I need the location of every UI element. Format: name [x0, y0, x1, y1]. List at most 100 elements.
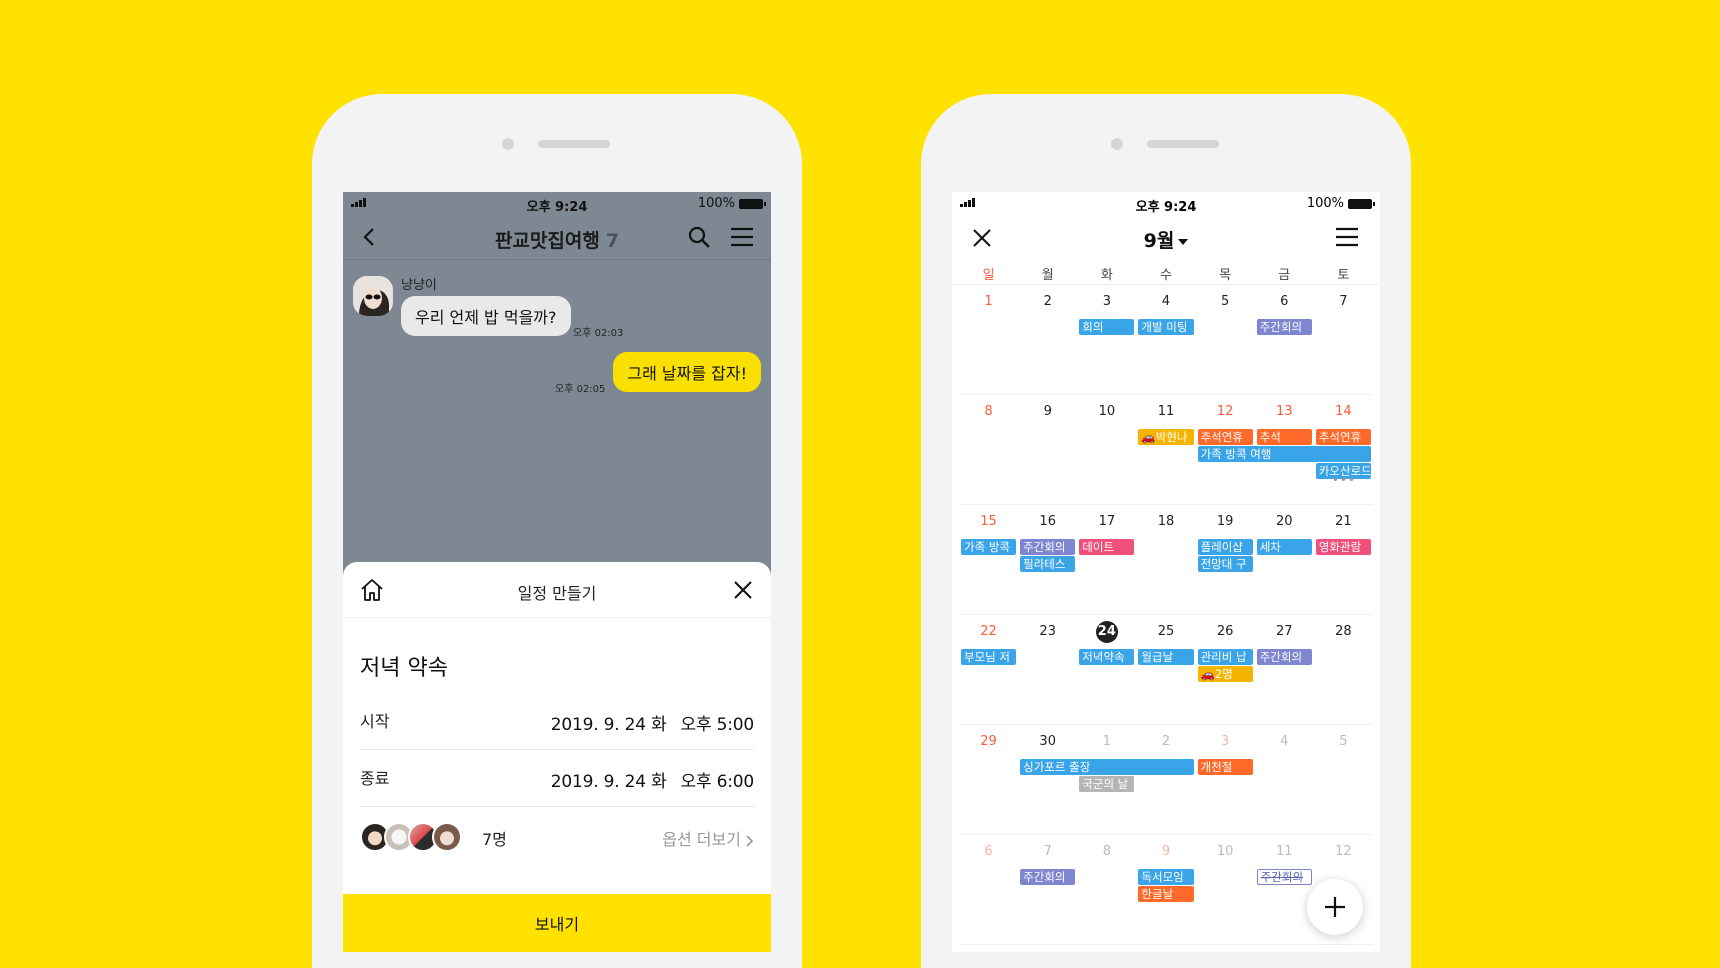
event-chip[interactable]: 주간회의: [1020, 869, 1076, 885]
day-number: 13: [1275, 404, 1293, 419]
event-chip[interactable]: 부모님 저: [961, 649, 1017, 665]
calendar-day[interactable]: 28: [1314, 615, 1373, 725]
calendar-day[interactable]: 24: [1077, 615, 1136, 725]
event-chip[interactable]: 세차: [1256, 539, 1312, 555]
event-chip[interactable]: 한글날: [1138, 886, 1194, 902]
calendar-day[interactable]: 18: [1136, 505, 1195, 615]
calendar-day[interactable]: 27: [1255, 615, 1314, 725]
event-chip[interactable]: 주간회의: [1256, 869, 1312, 885]
calendar-day[interactable]: 11: [1136, 395, 1195, 505]
calendar-day[interactable]: 21: [1314, 505, 1373, 615]
day-number: 21: [1335, 514, 1352, 529]
calendar-day[interactable]: 4: [1136, 285, 1195, 395]
calendar-day[interactable]: 10: [1196, 835, 1255, 945]
close-icon[interactable]: [733, 580, 753, 600]
event-chip[interactable]: 저녁약속: [1079, 649, 1135, 665]
calendar-day[interactable]: 7: [1018, 835, 1077, 945]
calendar-day[interactable]: 4: [1255, 725, 1314, 835]
chat-room-name: 판교맛집여행: [494, 230, 600, 252]
day-number: 7: [1339, 294, 1348, 309]
calendar-day[interactable]: 17: [1077, 505, 1136, 615]
calendar-day[interactable]: 3: [1077, 285, 1136, 395]
event-chip[interactable]: 개천절: [1197, 759, 1253, 775]
event-chip[interactable]: 가족 방콕 여행: [1197, 446, 1371, 462]
calendar-day[interactable]: 2: [1136, 725, 1195, 835]
avatar[interactable]: [353, 276, 393, 316]
calendar-day[interactable]: 5: [1314, 725, 1373, 835]
calendar-day[interactable]: 15: [959, 505, 1018, 615]
end-row[interactable]: 종료 2019. 9. 24 화 오후 6:00: [360, 751, 754, 807]
calendar-day[interactable]: 6: [1255, 285, 1314, 395]
event-chip[interactable]: 🚗박현나: [1138, 429, 1194, 445]
calendar-day[interactable]: 29: [959, 725, 1018, 835]
event-chip[interactable]: 추석: [1256, 429, 1312, 445]
participants-row[interactable]: 7명 옵션 더보기: [360, 808, 754, 864]
event-chip[interactable]: 데이트: [1079, 539, 1135, 555]
event-chip[interactable]: 주간회의: [1256, 649, 1312, 665]
start-date: 2019. 9. 24 화: [550, 715, 667, 735]
calendar-day[interactable]: 5: [1196, 285, 1255, 395]
event-chip[interactable]: 월급날: [1138, 649, 1194, 665]
calendar-day[interactable]: 10: [1077, 395, 1136, 505]
calendar-day[interactable]: 22: [959, 615, 1018, 725]
day-number: 17: [1098, 514, 1116, 529]
message-bubble-incoming[interactable]: 우리 언제 밥 먹을까?: [401, 296, 571, 336]
day-number: 2: [1043, 294, 1052, 309]
day-number: 5: [1220, 294, 1230, 309]
more-events-indicator[interactable]: •••: [1332, 473, 1356, 487]
calendar-day[interactable]: 11: [1255, 835, 1314, 945]
event-title-field[interactable]: 저녁 약속: [360, 650, 448, 682]
menu-icon[interactable]: [1334, 225, 1360, 249]
menu-icon[interactable]: [729, 225, 755, 249]
calendar-day[interactable]: 6: [959, 835, 1018, 945]
event-chip[interactable]: 국군의 날: [1079, 776, 1135, 792]
day-number: 4: [1280, 734, 1289, 749]
month-selector[interactable]: 9월: [952, 226, 1380, 253]
battery-percent: 100%: [697, 196, 735, 211]
event-chip[interactable]: 추석연휴: [1315, 429, 1371, 445]
event-chip[interactable]: 가족 방콕: [961, 539, 1017, 555]
send-button[interactable]: 보내기: [343, 894, 771, 952]
event-chip[interactable]: 주간회의: [1020, 539, 1076, 555]
day-number: 1: [984, 294, 993, 309]
calendar-day[interactable]: 25: [1136, 615, 1195, 725]
weekday-label: 금: [1278, 268, 1291, 283]
event-chip[interactable]: 주간회의: [1256, 319, 1312, 335]
start-row[interactable]: 시작 2019. 9. 24 화 오후 5:00: [360, 694, 754, 750]
event-chip[interactable]: 추석연휴: [1197, 429, 1253, 445]
start-datetime[interactable]: 2019. 9. 24 화 오후 5:00: [551, 710, 754, 735]
day-number: 20: [1275, 514, 1293, 529]
event-chip[interactable]: 개발 미팅: [1138, 319, 1194, 335]
calendar-day[interactable]: 23: [1018, 615, 1077, 725]
end-label: 종료: [360, 769, 390, 788]
event-chip[interactable]: 회의: [1079, 319, 1135, 335]
calendar-day[interactable]: 30: [1018, 725, 1077, 835]
calendar-day[interactable]: 8: [1077, 835, 1136, 945]
calendar-day[interactable]: 8: [959, 395, 1018, 505]
calendar-day[interactable]: 3: [1196, 725, 1255, 835]
calendar-day[interactable]: 9: [1018, 395, 1077, 505]
event-chip[interactable]: 전망대 구: [1197, 556, 1253, 572]
day-number: 6: [984, 844, 993, 859]
calendar-day[interactable]: 7: [1314, 285, 1373, 395]
message-bubble-outgoing[interactable]: 그래 날짜를 잡자!: [613, 352, 761, 392]
calendar-day[interactable]: 1: [959, 285, 1018, 395]
event-chip[interactable]: 독서모임: [1138, 869, 1194, 885]
day-number: 6: [1280, 294, 1289, 309]
more-options-link[interactable]: 옵션 더보기: [662, 826, 754, 850]
calendar-day[interactable]: 2: [1018, 285, 1077, 395]
sender-name: 냥냥이: [401, 278, 437, 293]
search-icon[interactable]: [687, 225, 711, 249]
event-chip[interactable]: 싱가포르 출장: [1020, 759, 1194, 775]
event-chip[interactable]: 관리비 납: [1197, 649, 1253, 665]
day-number: 7: [1043, 844, 1052, 859]
event-chip[interactable]: 영화관람: [1315, 539, 1371, 555]
calendar-week: 22 23 24 25 26 27 28 부모님 저 저녁약속 월급날 관리비 납 주간회의 🚗2명: [959, 615, 1373, 725]
end-datetime[interactable]: 2019. 9. 24 화 오후 6:00: [551, 767, 754, 792]
event-chip[interactable]: 플레이샵: [1197, 539, 1253, 555]
day-number: 3: [1220, 734, 1230, 749]
event-chip[interactable]: 🚗2명: [1197, 666, 1253, 682]
add-event-button[interactable]: [1307, 879, 1363, 935]
event-chip[interactable]: 필라테스: [1020, 556, 1076, 572]
calendar-day[interactable]: 20: [1255, 505, 1314, 615]
